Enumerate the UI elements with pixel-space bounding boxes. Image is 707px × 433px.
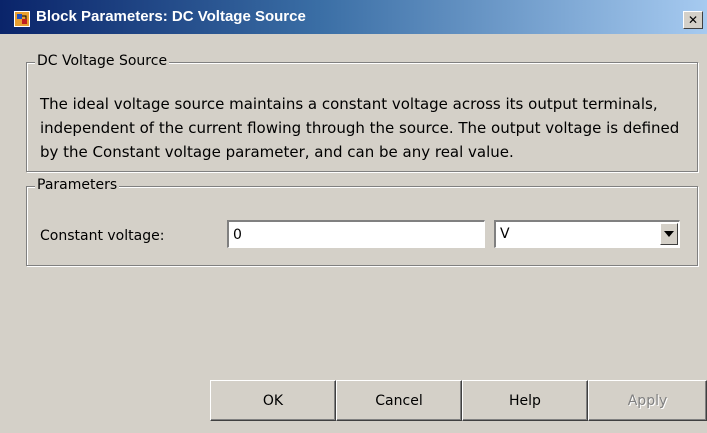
window-title: Block Parameters: DC Voltage Source	[36, 8, 306, 25]
title-bar[interactable]: Block Parameters: DC Voltage Source ✕	[0, 0, 707, 34]
close-icon: ✕	[687, 13, 699, 27]
parameters-group-title: Parameters	[35, 177, 120, 193]
voltage-unit-value: V	[500, 226, 510, 242]
ok-button[interactable]: OK	[210, 380, 336, 421]
description-group-title: DC Voltage Source	[35, 53, 170, 69]
simulink-block-icon	[14, 11, 30, 27]
block-description: The ideal voltage source maintains a con…	[40, 95, 680, 161]
close-button[interactable]: ✕	[683, 11, 703, 29]
dropdown-arrow-icon[interactable]	[660, 223, 678, 245]
block-parameters-dialog: Block Parameters: DC Voltage Source ✕ DC…	[0, 0, 707, 433]
voltage-unit-select[interactable]: V	[494, 220, 680, 248]
cancel-button[interactable]: Cancel	[336, 380, 462, 421]
constant-voltage-input[interactable]	[227, 220, 485, 248]
constant-voltage-label: Constant voltage:	[40, 228, 165, 244]
help-button[interactable]: Help	[462, 380, 588, 421]
apply-button[interactable]: Apply	[588, 380, 707, 421]
